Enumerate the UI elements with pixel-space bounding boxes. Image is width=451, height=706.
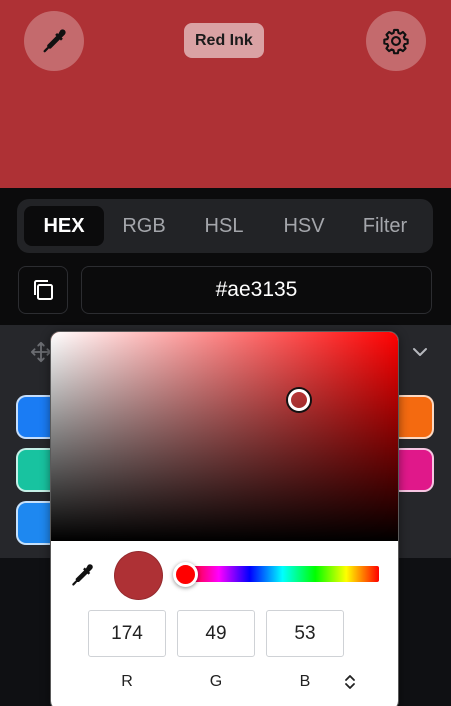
color-picker-popover: 174 49 53 R G B	[50, 331, 399, 706]
color-header: Red Ink	[0, 0, 451, 188]
green-input[interactable]: 49	[177, 610, 255, 657]
eyedropper-button[interactable]	[24, 11, 84, 71]
format-panel: HEX RGB HSL HSV Filter #ae3135	[0, 188, 451, 325]
format-tabs: HEX RGB HSL HSV Filter	[17, 199, 433, 253]
tab-rgb[interactable]: RGB	[104, 206, 184, 246]
settings-button[interactable]	[366, 11, 426, 71]
green-label: G	[209, 673, 223, 690]
tab-hex[interactable]: HEX	[24, 206, 104, 246]
move-icon[interactable]	[30, 341, 52, 363]
copy-button[interactable]	[18, 266, 68, 314]
hex-value-field[interactable]: #ae3135	[81, 266, 432, 314]
tab-hsl[interactable]: HSL	[184, 206, 264, 246]
gear-icon	[383, 28, 409, 55]
red-label: R	[121, 673, 133, 690]
saturation-value-cursor[interactable]	[288, 389, 310, 411]
toggle-mode-icon[interactable]	[340, 671, 360, 693]
chevron-down-icon[interactable]	[410, 345, 430, 359]
saturation-value-area[interactable]	[51, 332, 398, 541]
tab-filter[interactable]: Filter	[344, 206, 426, 246]
hue-slider-thumb[interactable]	[173, 562, 198, 587]
color-preview	[114, 551, 163, 600]
color-app: Red Ink HEX RGB HSL HSV Filter #ae3135 1…	[0, 0, 451, 706]
copy-icon	[34, 280, 53, 300]
blue-input[interactable]: 53	[266, 610, 344, 657]
hue-slider[interactable]	[186, 566, 379, 582]
eyedropper-icon[interactable]	[69, 562, 95, 588]
eyedropper-icon	[43, 29, 66, 53]
blue-label: B	[299, 673, 311, 690]
tab-hsv[interactable]: HSV	[264, 206, 344, 246]
red-input[interactable]: 174	[88, 610, 166, 657]
color-name-badge[interactable]: Red Ink	[184, 23, 264, 58]
